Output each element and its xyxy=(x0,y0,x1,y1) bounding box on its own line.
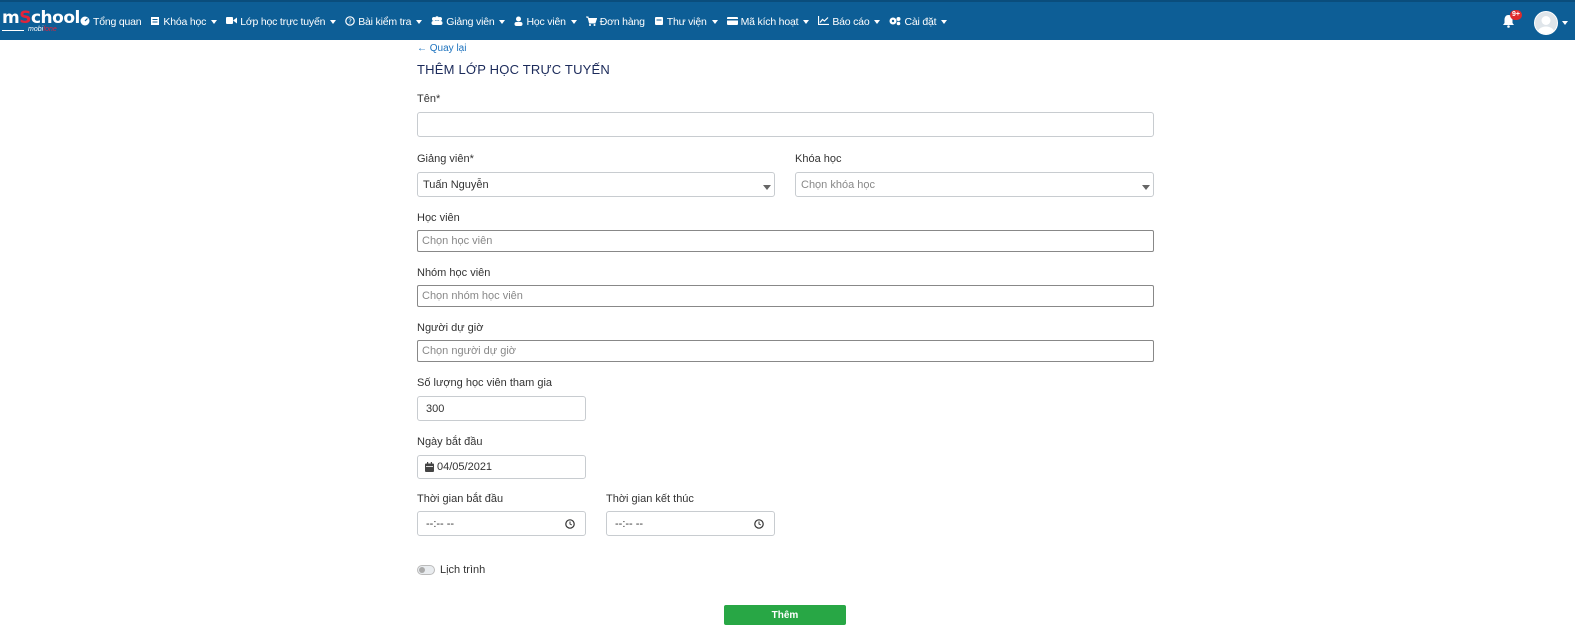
course-select[interactable]: Chọn khóa học xyxy=(795,172,1154,197)
question-icon: ? xyxy=(345,15,356,29)
video-icon xyxy=(226,16,238,28)
nav-item-teachers[interactable]: Giảng viên xyxy=(431,16,506,28)
teacher-label: Giảng viên* xyxy=(417,153,474,165)
students-multiselect[interactable]: Chọn học viên xyxy=(417,230,1154,252)
nav-item-dashboard[interactable]: Tổng quan xyxy=(80,16,142,29)
schedule-label: Lịch trình xyxy=(440,564,486,576)
user-icon xyxy=(514,16,523,29)
chevron-down-icon xyxy=(763,185,771,190)
card-icon xyxy=(726,16,738,28)
start-date-label: Ngày bắt đầu xyxy=(417,436,483,448)
course-label: Khóa học xyxy=(795,153,842,165)
nav-item-library[interactable]: Thư viện xyxy=(654,16,718,29)
clock-icon[interactable] xyxy=(565,519,575,529)
groups-multiselect[interactable]: Chọn nhóm học viên xyxy=(417,285,1154,307)
chevron-down-icon xyxy=(211,20,218,24)
nav-item-courses[interactable]: Khóa học xyxy=(150,16,218,29)
nav-item-online-classes[interactable]: Lớp học trực tuyến xyxy=(226,16,337,28)
start-time-input[interactable]: --:-- -- xyxy=(417,511,586,536)
submit-button[interactable]: Thêm xyxy=(724,605,846,625)
top-navbar: mSchool mobifone Tổng quan Khóa học Lớp … xyxy=(0,0,1575,40)
chevron-down-icon xyxy=(803,20,810,24)
nav-item-settings[interactable]: Cài đặt xyxy=(889,16,948,29)
back-link[interactable]: ← Quay lại xyxy=(417,43,466,54)
max-students-input[interactable]: 300 xyxy=(417,396,586,421)
chevron-down-icon xyxy=(711,20,718,24)
users-icon xyxy=(431,16,443,28)
observers-multiselect[interactable]: Chọn người dự giờ xyxy=(417,340,1154,362)
clock-icon[interactable] xyxy=(754,519,764,529)
dashboard-icon xyxy=(80,16,90,29)
cogs-icon xyxy=(889,16,901,29)
nav-item-orders[interactable]: Đơn hàng xyxy=(585,16,645,29)
chevron-down-icon[interactable] xyxy=(1562,21,1568,25)
chevron-down-icon xyxy=(1142,185,1150,190)
chevron-down-icon xyxy=(416,20,423,24)
schedule-toggle[interactable] xyxy=(417,565,435,575)
cart-icon xyxy=(585,16,597,29)
nav-item-students[interactable]: Học viên xyxy=(514,16,577,29)
start-date-input[interactable]: 04/05/2021 xyxy=(417,455,586,479)
end-time-label: Thời gian kết thúc xyxy=(606,493,694,505)
observers-label: Người dự giờ xyxy=(417,322,484,334)
main-nav: Tổng quan Khóa học Lớp học trực tuyến ? … xyxy=(80,2,956,42)
calendar-icon xyxy=(425,462,434,472)
teacher-select[interactable]: Tuấn Nguyễn xyxy=(417,172,775,197)
chevron-down-icon xyxy=(499,20,506,24)
book-icon xyxy=(150,16,160,29)
nav-item-activation-codes[interactable]: Mã kích hoạt xyxy=(726,16,810,28)
chevron-down-icon xyxy=(874,20,881,24)
chevron-down-icon xyxy=(570,20,577,24)
avatar[interactable] xyxy=(1534,11,1558,35)
notification-badge: 9+ xyxy=(1510,10,1522,20)
page-title: THÊM LỚP HỌC TRỰC TUYẾN xyxy=(417,62,610,77)
groups-label: Nhóm học viên xyxy=(417,267,491,279)
mschool-logo[interactable]: mSchool mobifone xyxy=(2,8,80,36)
name-input[interactable] xyxy=(417,112,1154,137)
end-time-input[interactable]: --:-- -- xyxy=(606,511,775,536)
nav-item-reports[interactable]: Báo cáo xyxy=(818,16,881,28)
nav-item-tests[interactable]: ? Bài kiểm tra xyxy=(345,15,423,29)
svg-text:?: ? xyxy=(348,17,352,25)
name-label: Tên* xyxy=(417,93,441,105)
students-label: Học viên xyxy=(417,212,460,224)
chart-icon xyxy=(818,16,830,28)
chevron-down-icon xyxy=(941,20,948,24)
library-icon xyxy=(654,16,664,29)
start-time-label: Thời gian bắt đầu xyxy=(417,493,504,505)
max-students-label: Số lượng học viên tham gia xyxy=(417,377,553,389)
chevron-down-icon xyxy=(330,20,337,24)
